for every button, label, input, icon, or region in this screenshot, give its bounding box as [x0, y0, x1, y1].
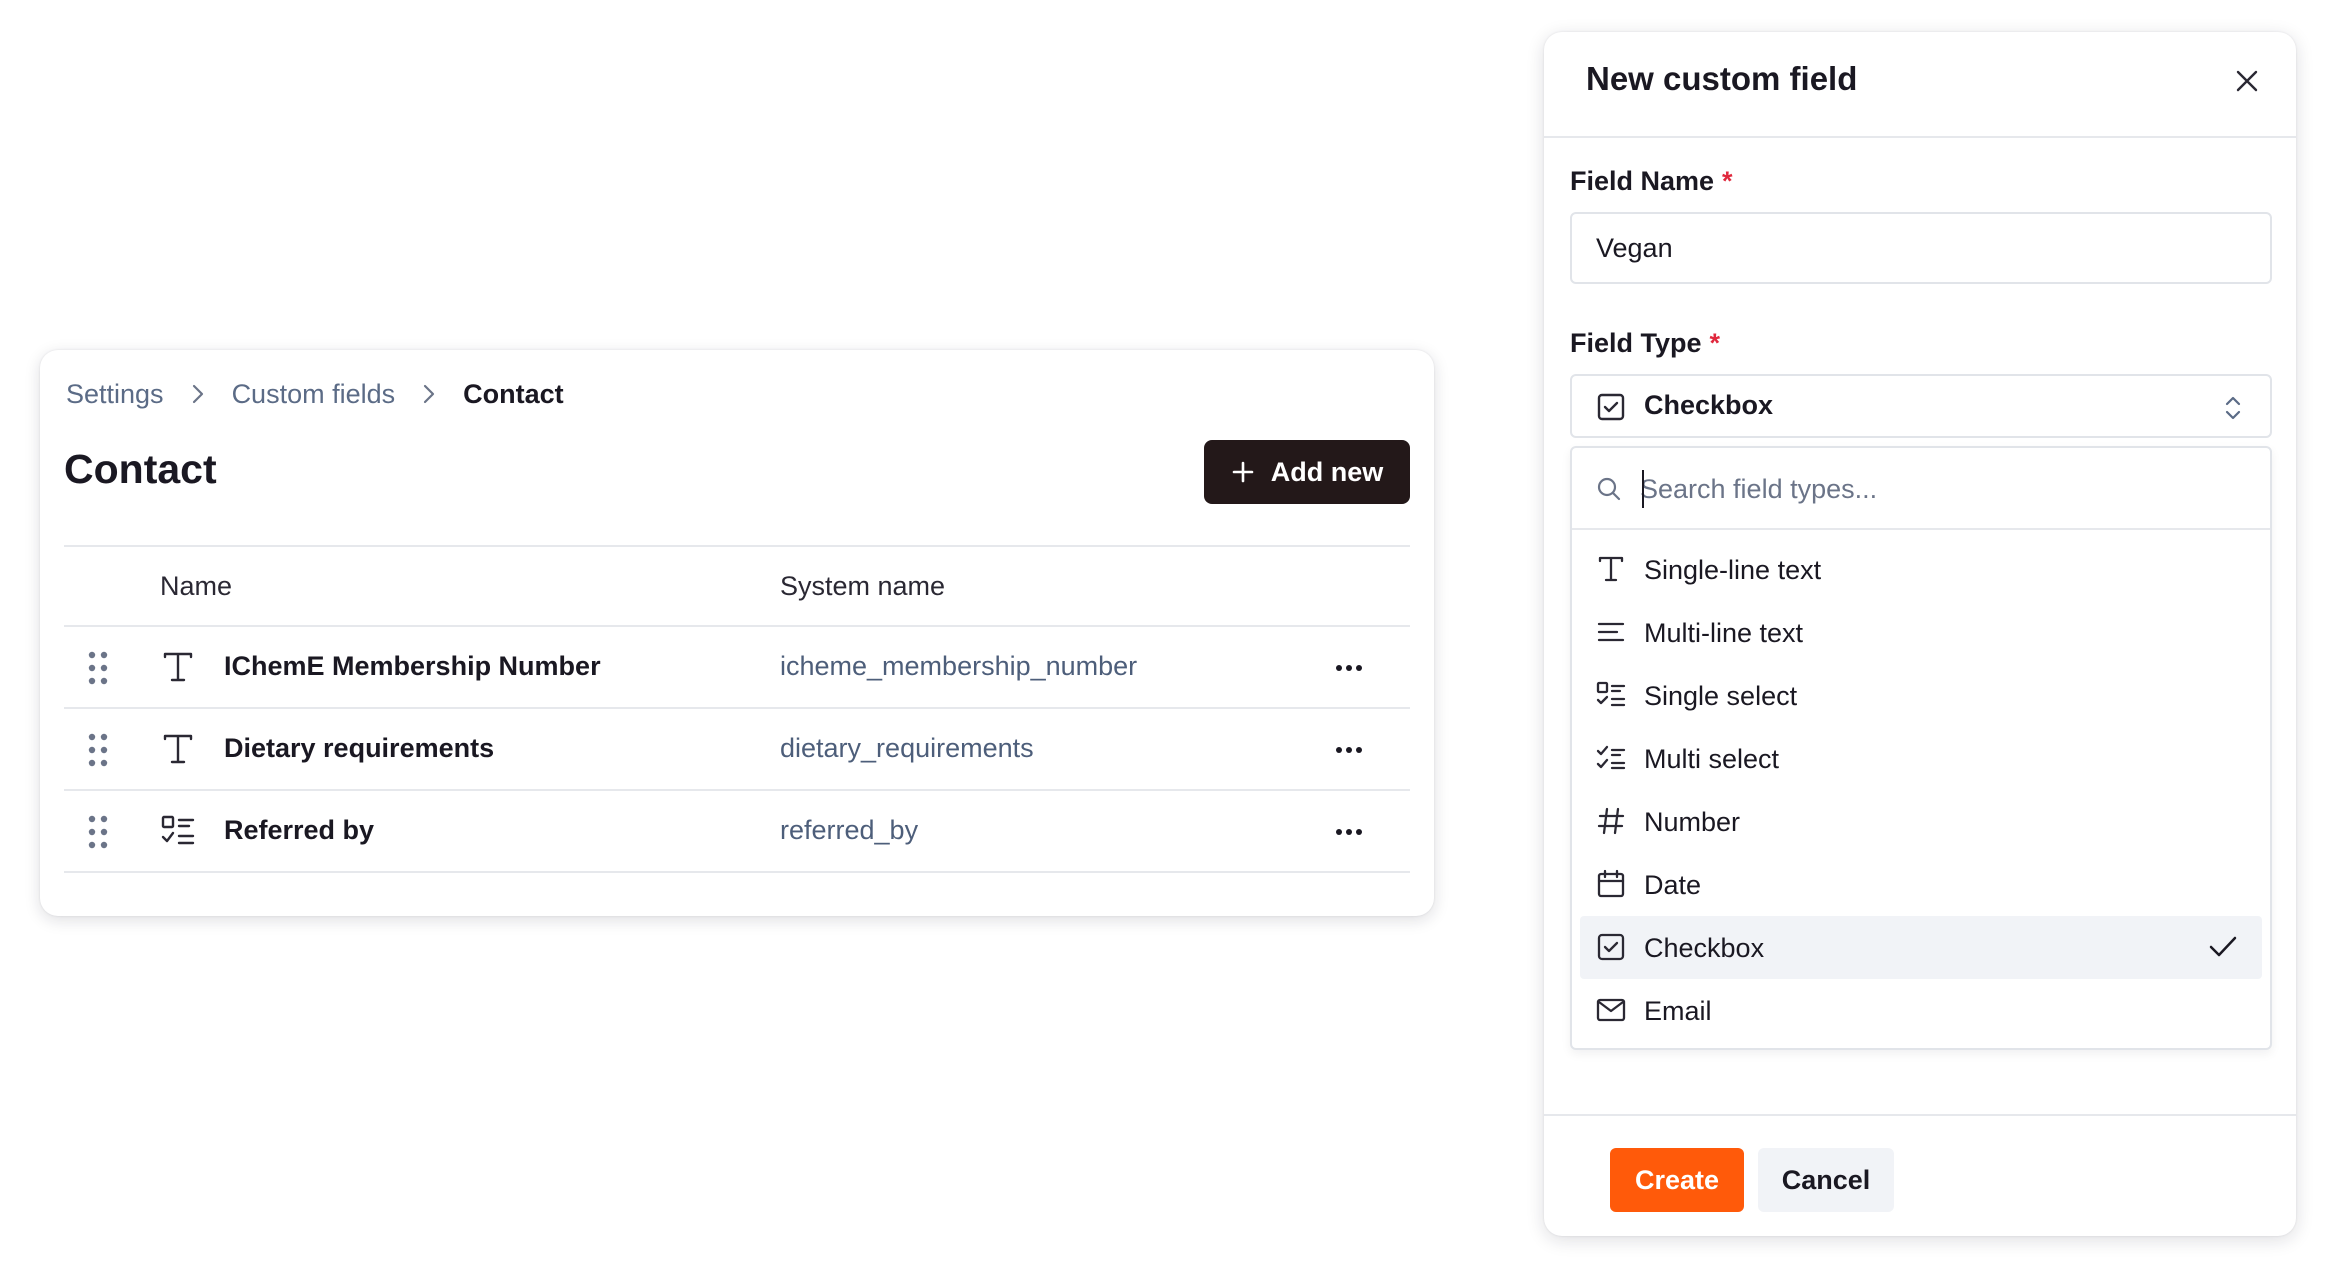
search-field-types-input[interactable] [1640, 466, 2240, 512]
add-new-button[interactable]: Add new [1204, 440, 1410, 504]
option-date[interactable]: Date [1580, 853, 2262, 916]
drag-handle-icon[interactable] [88, 651, 108, 685]
search-icon [1596, 476, 1622, 502]
multi-select-icon [1596, 743, 1626, 773]
option-label: Single select [1644, 681, 1798, 711]
field-name: IChemE Membership Number [224, 651, 601, 681]
more-options-icon[interactable] [1334, 815, 1364, 849]
single-select-icon [160, 813, 196, 849]
field-type-label: Field Type * [1570, 328, 1721, 358]
plus-icon [1231, 460, 1255, 484]
option-label: Email [1644, 996, 1712, 1026]
chevron-right-icon [395, 383, 463, 405]
field-type-value: Checkbox [1644, 390, 1774, 420]
option-number[interactable]: Number [1580, 790, 2262, 853]
required-marker: * [1722, 166, 1733, 196]
option-checkbox[interactable]: Checkbox [1580, 916, 2262, 979]
chevron-up-down-icon [2222, 394, 2244, 422]
dropdown-search [1572, 448, 2270, 530]
divider [1544, 1114, 2296, 1116]
multiline-icon [1596, 617, 1626, 647]
field-system-name: referred_by [780, 815, 919, 845]
option-label: Number [1644, 807, 1741, 837]
option-single-line-text[interactable]: Single-line text [1580, 538, 2262, 601]
field-name-input[interactable] [1570, 212, 2272, 284]
option-label: Checkbox [1644, 933, 1765, 963]
option-email[interactable]: Email [1580, 979, 2262, 1042]
breadcrumb: Settings Custom fields Contact [66, 374, 564, 414]
field-name: Dietary requirements [224, 733, 495, 763]
custom-fields-table: Name System name IChemE Membership Numbe… [64, 545, 1410, 873]
column-header-system-name: System name [780, 571, 946, 601]
option-multi-select[interactable]: Multi select [1580, 727, 2262, 790]
field-name-label: Field Name * [1570, 166, 1733, 196]
check-icon [2208, 934, 2238, 960]
field-system-name: icheme_membership_number [780, 651, 1138, 681]
more-options-icon[interactable] [1334, 651, 1364, 685]
single-select-icon [1596, 680, 1626, 710]
more-options-icon[interactable] [1334, 733, 1364, 767]
field-system-name: dietary_requirements [780, 733, 1034, 763]
mail-icon [1596, 995, 1626, 1025]
text-icon [160, 731, 196, 767]
table-row[interactable]: IChemE Membership Number icheme_membersh… [64, 627, 1410, 709]
option-single-select[interactable]: Single select [1580, 664, 2262, 727]
chevron-right-icon [164, 383, 232, 405]
option-multi-line-text[interactable]: Multi-line text [1580, 601, 2262, 664]
custom-fields-card: Settings Custom fields Contact Contact A… [40, 350, 1434, 916]
checkbox-icon [1596, 932, 1626, 962]
close-icon[interactable] [2234, 68, 2260, 94]
page-title: Contact [64, 446, 217, 492]
text-cursor [1642, 470, 1644, 508]
column-header-name: Name [160, 571, 233, 601]
required-marker: * [1709, 328, 1721, 358]
hash-icon [1596, 806, 1626, 836]
new-custom-field-panel: New custom field Field Name* Field Type*… [1544, 32, 2296, 1236]
field-type-options: Single-line text Multi-line text Single … [1580, 538, 2262, 1042]
breadcrumb-settings[interactable]: Settings [66, 379, 164, 410]
divider [1544, 136, 2296, 138]
text-icon [1596, 554, 1626, 584]
field-type-select[interactable]: Checkbox [1570, 374, 2272, 438]
field-type-dropdown: Single-line text Multi-line text Single … [1570, 446, 2272, 1050]
breadcrumb-custom-fields[interactable]: Custom fields [232, 379, 396, 410]
table-row[interactable]: Referred by referred_by [64, 791, 1410, 873]
option-label: Multi-line text [1644, 618, 1804, 648]
breadcrumb-current: Contact [463, 378, 564, 409]
drag-handle-icon[interactable] [88, 815, 108, 849]
panel-title: New custom field [1586, 60, 1858, 97]
option-label: Multi select [1644, 744, 1780, 774]
text-icon [160, 649, 196, 685]
cancel-button[interactable]: Cancel [1758, 1148, 1894, 1212]
table-header: Name System name [64, 545, 1410, 627]
calendar-icon [1596, 869, 1626, 899]
option-label: Date [1644, 870, 1702, 900]
drag-handle-icon[interactable] [88, 733, 108, 767]
field-name: Referred by [224, 815, 375, 845]
option-label: Single-line text [1644, 555, 1822, 585]
add-new-label: Add new [1270, 456, 1384, 487]
checkbox-icon [1596, 392, 1626, 422]
create-button[interactable]: Create [1610, 1148, 1744, 1212]
table-row[interactable]: Dietary requirements dietary_requirement… [64, 709, 1410, 791]
